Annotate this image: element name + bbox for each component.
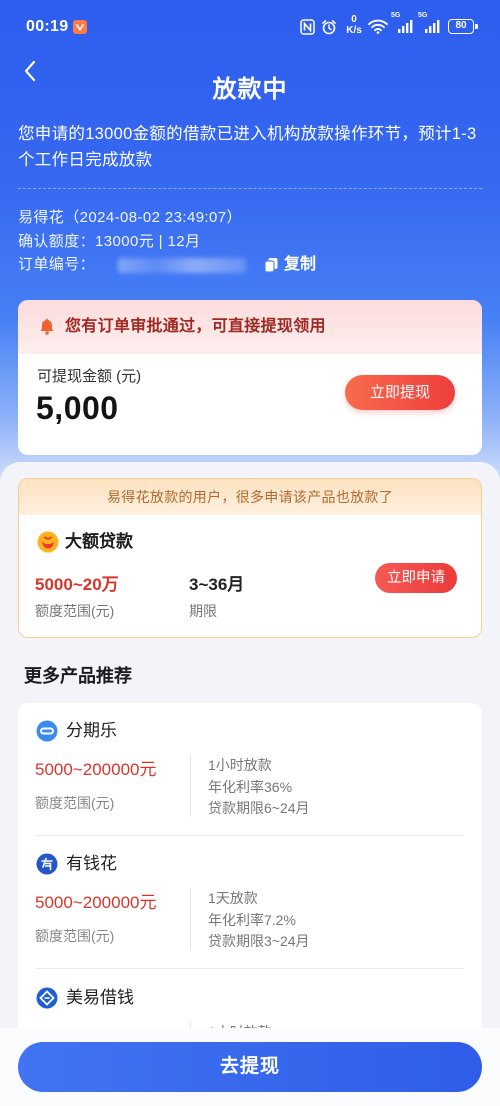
- order-number-label: 订单编号：: [18, 256, 96, 273]
- product-feature: 贷款期限3~24月: [208, 933, 310, 949]
- recommend-banner: 易得花放款的用户，很多申请该产品也放款了: [19, 479, 481, 515]
- meiyi-logo-icon: [36, 987, 58, 1009]
- network-speed-unit: K/s: [346, 25, 362, 36]
- product-feature: 年化利率7.2%: [208, 911, 296, 928]
- recommend-term-label: 期限: [189, 603, 217, 619]
- go-withdraw-button[interactable]: 去提现: [18, 1042, 482, 1092]
- fenqile-logo-icon: [36, 720, 58, 742]
- network-speed-value: 0: [351, 14, 357, 25]
- product-features: 1天放款 年化利率7.2% 贷款期限3~24月: [208, 888, 310, 953]
- order-confirmed-quota: 确认额度：13000元 | 12月: [18, 233, 201, 250]
- item-divider: [36, 968, 464, 969]
- copy-label: 复制: [284, 256, 317, 273]
- vertical-divider: [190, 888, 191, 950]
- alarm-icon: [322, 20, 336, 35]
- signal-icon: [398, 20, 413, 33]
- battery-icon: 80: [448, 19, 478, 34]
- bottom-bar: 去提现: [0, 1028, 500, 1106]
- withdraw-now-button[interactable]: 立即提现: [345, 375, 455, 410]
- product-amount-range: 5000~200000元: [35, 893, 157, 912]
- approval-alert-text: 您有订单审批通过，可直接提现领用: [65, 318, 326, 335]
- recommend-card[interactable]: 易得花放款的用户，很多申请该产品也放款了 大额贷款 5000~20万 3~36月…: [18, 478, 482, 638]
- youqianhua-logo-icon: [36, 853, 58, 875]
- network-speed: 0 K/s: [343, 14, 365, 36]
- product-item-youqianhua[interactable]: 有钱花 5000~200000元 额度范围(元) 1天放款 年化利率7.2% 贷…: [18, 836, 482, 969]
- product-feature: 年化利率36%: [208, 778, 293, 795]
- money-bag-logo-icon: [37, 531, 59, 553]
- product-amount-range: 5000~200000元: [35, 760, 157, 779]
- copy-icon: [264, 258, 278, 273]
- product-amount-range-label: 额度范围(元): [35, 795, 115, 811]
- withdraw-amount: 5,000: [36, 390, 119, 426]
- wifi-icon: [368, 19, 388, 34]
- withdraw-amount-label: 可提现金额 (元): [37, 368, 142, 385]
- product-name: 分期乐: [66, 721, 117, 740]
- notification-app-icon: [73, 20, 87, 34]
- recommend-term: 3~36月: [189, 575, 245, 594]
- product-features: 1小时放款 年化利率36% 贷款期限6~24月: [208, 755, 310, 820]
- battery-level: 80: [455, 20, 467, 31]
- product-name: 有钱花: [66, 854, 117, 873]
- product-name: 美易借钱: [66, 988, 134, 1007]
- status-message: 您申请的13000金额的借款已进入机构放款操作环节，预计1-3个工作日完成放款: [18, 125, 477, 169]
- product-feature: 1天放款: [208, 890, 258, 906]
- page-title: 放款中: [212, 76, 288, 103]
- recommend-amount-range: 5000~20万: [35, 575, 119, 594]
- order-number-blurred: [118, 258, 246, 273]
- recommend-product-name: 大额贷款: [65, 532, 133, 551]
- approval-alert: 您有订单审批通过，可直接提现领用: [18, 300, 482, 354]
- bell-icon: [40, 318, 54, 335]
- product-feature: 贷款期限6~24月: [208, 800, 310, 816]
- product-feature: 1小时放款: [208, 757, 272, 773]
- dashed-divider: [18, 188, 482, 189]
- product-amount-range-label: 额度范围(元): [35, 928, 115, 944]
- copy-order-number-button[interactable]: 复制: [264, 253, 316, 277]
- recommend-amount-range-label: 额度范围(元): [35, 603, 115, 619]
- more-products-title: 更多产品推荐: [24, 666, 132, 686]
- nfc-icon: [300, 19, 315, 35]
- withdraw-card: 您有订单审批通过，可直接提现领用 可提现金额 (元) 5,000 立即提现: [18, 300, 482, 455]
- product-item-fenqile[interactable]: 分期乐 5000~200000元 额度范围(元) 1小时放款 年化利率36% 贷…: [18, 703, 482, 836]
- vertical-divider: [190, 755, 191, 817]
- order-product-time: 易得花（2024-08-02 23:49:07）: [18, 209, 242, 226]
- status-time: 00:19: [26, 18, 69, 35]
- signal-icon: [425, 20, 440, 33]
- apply-now-button[interactable]: 立即申请: [375, 563, 457, 593]
